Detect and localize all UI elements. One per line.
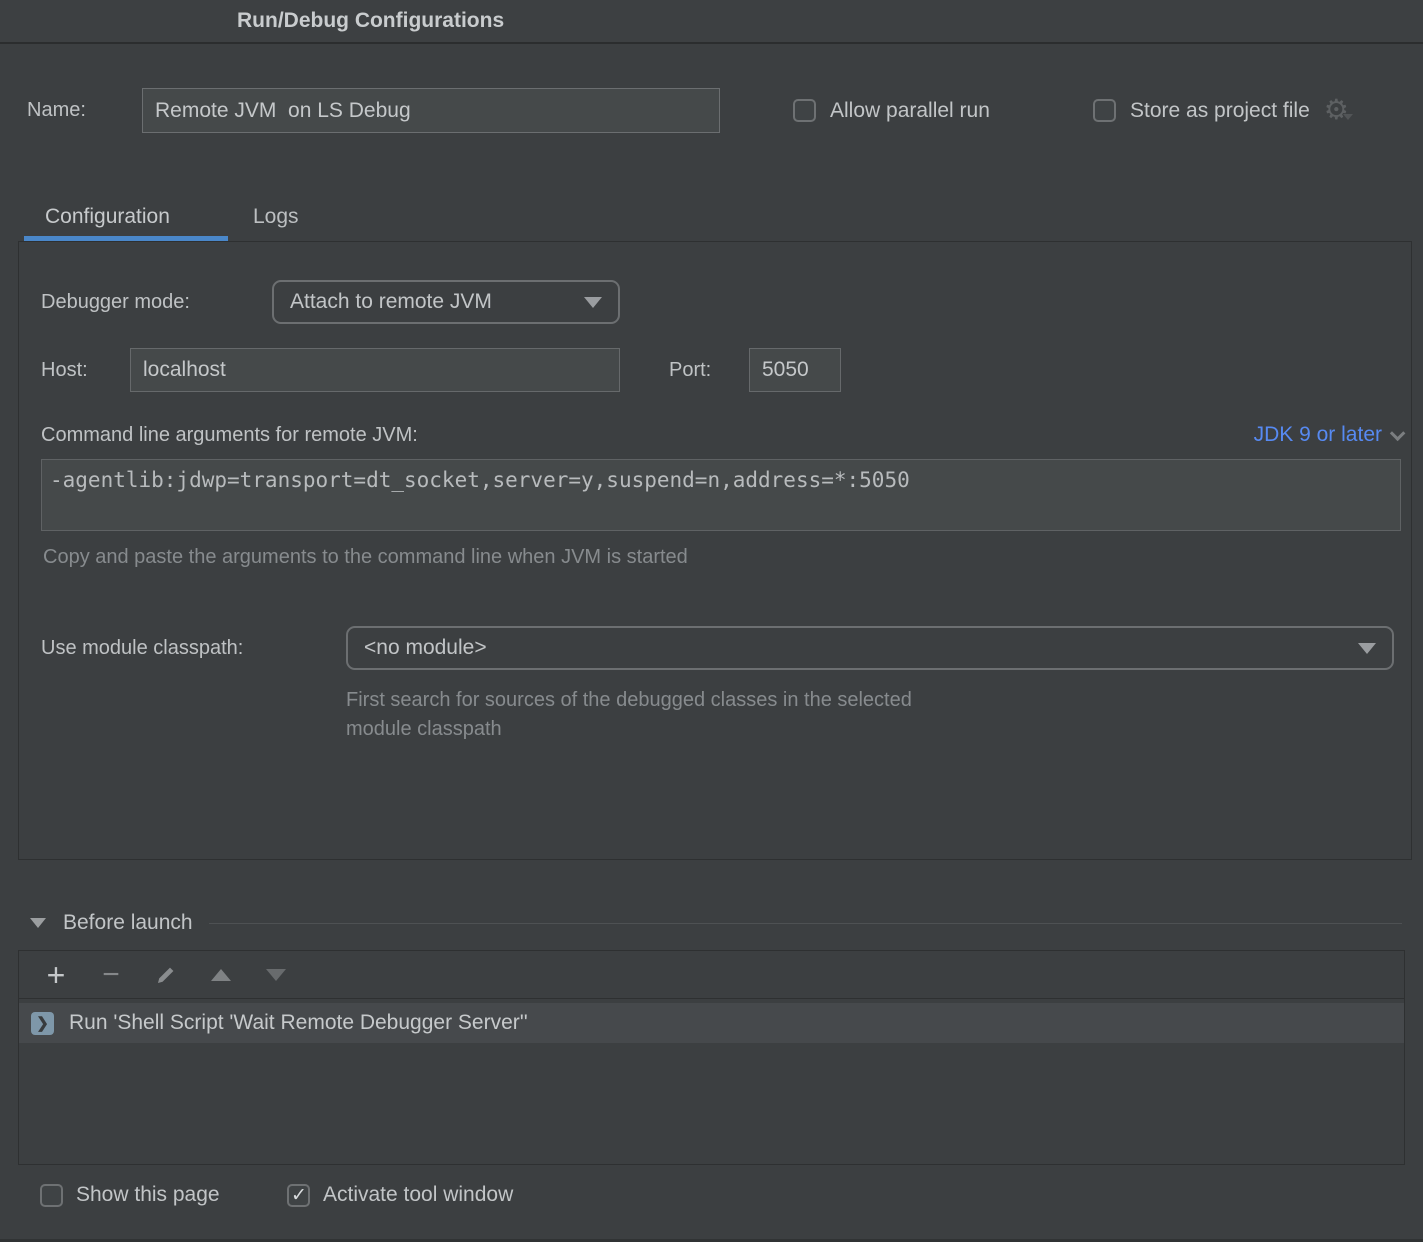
store-as-project-file-label: Store as project file: [1130, 99, 1310, 123]
module-classpath-hint-line1: First search for sources of the debugged…: [346, 686, 912, 715]
activate-tool-window-label: Activate tool window: [323, 1183, 513, 1207]
before-launch-header[interactable]: Before launch: [30, 908, 1402, 938]
debugger-mode-row: Debugger mode:: [41, 280, 190, 324]
jdk-version-value: JDK 9 or later: [1254, 423, 1382, 447]
show-this-page-checkbox[interactable]: [40, 1184, 63, 1207]
allow-parallel-run-label: Allow parallel run: [830, 99, 990, 123]
show-this-page-option[interactable]: Show this page: [40, 1181, 220, 1209]
configuration-panel: Debugger mode: Attach to remote JVM Host…: [18, 241, 1412, 860]
module-classpath-hint: First search for sources of the debugged…: [346, 686, 912, 744]
command-line-label: Command line arguments for remote JVM:: [41, 424, 418, 447]
module-classpath-label: Use module classpath:: [41, 637, 243, 660]
port-row: Port:: [669, 348, 711, 392]
host-row: Host:: [41, 348, 88, 392]
pencil-icon: [155, 964, 177, 986]
port-input[interactable]: [749, 348, 841, 392]
show-this-page-label: Show this page: [76, 1183, 220, 1207]
name-input[interactable]: [142, 88, 720, 133]
debugger-mode-select[interactable]: Attach to remote JVM: [272, 280, 620, 324]
chevron-down-icon: [584, 297, 602, 308]
module-classpath-value: <no module>: [364, 636, 487, 660]
store-as-project-file-checkbox[interactable]: [1093, 99, 1116, 122]
tab-logs[interactable]: Logs: [253, 205, 299, 229]
module-classpath-row: Use module classpath:: [41, 626, 243, 670]
command-line-arguments-field[interactable]: [41, 459, 1401, 531]
command-line-hint-row: Copy and paste the arguments to the comm…: [43, 542, 688, 572]
tab-bar: Configuration Logs: [0, 196, 1423, 241]
move-down-button[interactable]: [263, 962, 289, 988]
before-launch-title: Before launch: [63, 911, 193, 935]
before-launch-task-label: Run 'Shell Script 'Wait Remote Debugger …: [69, 1011, 528, 1035]
host-label: Host:: [41, 359, 88, 382]
arrow-up-icon: [211, 969, 231, 981]
dialog-title-bar: Run/Debug Configurations: [0, 0, 1423, 44]
minus-icon: −: [102, 964, 120, 986]
footer-options: Show this page Activate tool window: [0, 1181, 1423, 1226]
run-icon: ❯: [31, 1012, 54, 1035]
name-label: Name:: [27, 99, 86, 122]
before-launch-task-row[interactable]: ❯ Run 'Shell Script 'Wait Remote Debugge…: [19, 1003, 1404, 1043]
tab-configuration[interactable]: Configuration: [45, 205, 170, 229]
add-button[interactable]: +: [43, 962, 69, 988]
activate-tool-window-checkbox[interactable]: [287, 1184, 310, 1207]
arrow-down-icon: [266, 969, 286, 981]
debugger-mode-label: Debugger mode:: [41, 291, 190, 314]
before-launch-panel: + − ❯ Run 'Shell Script 'Wait Remote Deb…: [18, 950, 1405, 1165]
dialog-title: Run/Debug Configurations: [237, 9, 504, 33]
before-launch-toolbar: + −: [19, 951, 1404, 999]
store-as-project-file-option[interactable]: Store as project file ⚙: [1093, 88, 1349, 133]
debugger-mode-value: Attach to remote JVM: [290, 290, 492, 314]
command-line-hint: Copy and paste the arguments to the comm…: [43, 546, 688, 569]
collapse-triangle-icon[interactable]: [30, 918, 46, 928]
name-row: Name: Allow parallel run Store as projec…: [0, 88, 1423, 133]
chevron-down-icon: [1358, 643, 1376, 654]
allow-parallel-run-option[interactable]: Allow parallel run: [793, 88, 990, 133]
module-classpath-select[interactable]: <no module>: [346, 626, 1394, 670]
section-divider: [209, 923, 1402, 924]
gear-icon[interactable]: ⚙: [1324, 96, 1349, 124]
plus-icon: +: [47, 964, 66, 986]
gear-caret-icon: [1343, 114, 1353, 120]
edit-button[interactable]: [153, 962, 179, 988]
port-label: Port:: [669, 359, 711, 382]
module-classpath-hint-line2: module classpath: [346, 715, 912, 744]
allow-parallel-run-checkbox[interactable]: [793, 99, 816, 122]
host-input[interactable]: [130, 348, 620, 392]
command-line-header: Command line arguments for remote JVM: J…: [41, 420, 1401, 450]
activate-tool-window-option[interactable]: Activate tool window: [287, 1181, 513, 1209]
move-up-button[interactable]: [208, 962, 234, 988]
chevron-down-icon: [1390, 425, 1406, 441]
jdk-version-selector[interactable]: JDK 9 or later: [1254, 423, 1401, 447]
remove-button[interactable]: −: [98, 962, 124, 988]
